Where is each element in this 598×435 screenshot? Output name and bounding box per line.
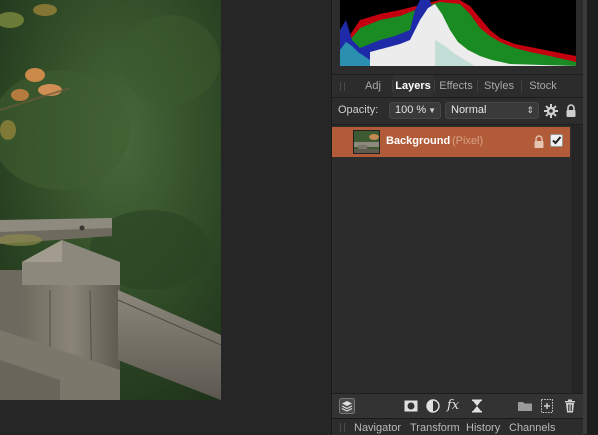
gear-icon[interactable] xyxy=(543,103,559,119)
hourglass-icon[interactable] xyxy=(469,398,485,414)
tab-effects[interactable]: Effects xyxy=(435,75,477,97)
tab-layers[interactable]: Layers xyxy=(393,75,433,97)
layer-lock-icon[interactable] xyxy=(533,135,545,149)
layers-list[interactable]: Background (Pixel) xyxy=(332,125,572,393)
layer-visibility-checkbox[interactable] xyxy=(550,134,563,147)
blend-mode-select[interactable]: Normal ⇕ xyxy=(445,102,539,119)
right-panel: Adj Layers Effects Styles Stock Opacity:… xyxy=(331,0,585,435)
opacity-label: Opacity: xyxy=(338,104,379,116)
blend-mode-value: Normal xyxy=(451,104,487,116)
folder-icon[interactable] xyxy=(517,398,533,414)
tab-styles[interactable]: Styles xyxy=(478,75,520,97)
layer-thumbnail xyxy=(353,130,380,154)
layer-name: Background xyxy=(386,135,451,147)
panel-grip-icon[interactable] xyxy=(340,423,345,432)
tab-history[interactable]: History xyxy=(466,422,500,434)
opacity-row: Opacity: 100 % ▼ Normal ⇕ xyxy=(332,98,584,125)
document-canvas[interactable] xyxy=(0,0,331,434)
chevron-down-icon: ▼ xyxy=(428,106,436,115)
fx-icon[interactable]: fx xyxy=(447,398,463,414)
opacity-field[interactable]: 100 % ▼ xyxy=(389,102,441,119)
add-layer-icon[interactable] xyxy=(539,398,555,414)
tab-stock[interactable]: Stock xyxy=(522,75,564,97)
layers-stack-icon[interactable] xyxy=(339,398,355,414)
histogram-divider xyxy=(332,66,584,75)
trash-icon[interactable] xyxy=(562,398,578,414)
panel-grip-icon[interactable] xyxy=(340,82,345,91)
panel-tab-bar: Adj Layers Effects Styles Stock xyxy=(332,75,584,98)
tab-navigator[interactable]: Navigator xyxy=(354,422,401,434)
layer-type: (Pixel) xyxy=(452,135,484,147)
photo-image xyxy=(0,0,221,400)
opacity-value: 100 % xyxy=(395,104,427,116)
layer-row[interactable]: Background (Pixel) xyxy=(332,127,570,157)
histogram xyxy=(340,0,576,66)
panel-scrollbar[interactable] xyxy=(583,0,587,434)
mask-icon[interactable] xyxy=(403,398,419,414)
adjustment-icon[interactable] xyxy=(425,398,441,414)
lock-icon[interactable] xyxy=(563,103,579,119)
tab-channels[interactable]: Channels xyxy=(509,422,555,434)
layers-bottom-toolbar: fx xyxy=(332,393,584,418)
tab-adj[interactable]: Adj xyxy=(356,75,390,97)
window-edge xyxy=(583,0,598,434)
bottom-tab-bar: Navigator Transform History Channels xyxy=(332,418,584,435)
tab-transform[interactable]: Transform xyxy=(410,422,460,434)
updown-chevron-icon: ⇕ xyxy=(526,105,534,115)
